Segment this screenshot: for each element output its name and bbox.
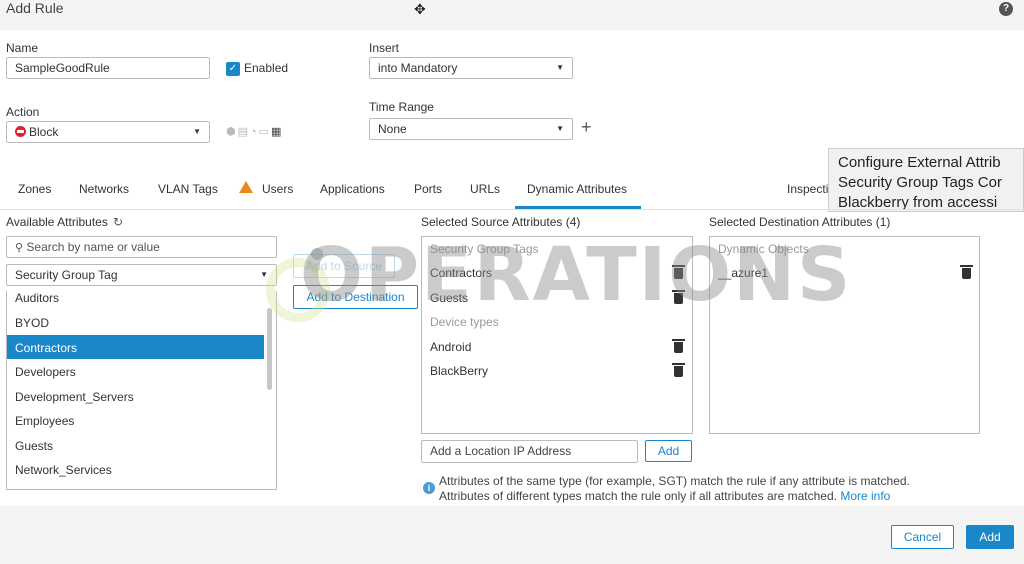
tooltip-line: Security Group Tags Cor	[838, 174, 1002, 191]
time-range-select-value: None	[378, 122, 407, 136]
enabled-checkbox[interactable]: ✓	[226, 62, 240, 76]
block-icon	[15, 126, 26, 137]
dialog-title: Add Rule	[6, 0, 64, 16]
chevron-down-icon: ▼	[193, 127, 201, 136]
search-input[interactable]: ⚲ Search by name or value	[6, 236, 277, 258]
dialog-title-bar	[0, 0, 1024, 30]
cancel-button[interactable]: Cancel	[891, 525, 954, 549]
selected-destination-title: Selected Destination Attributes (1)	[709, 215, 891, 229]
list-item[interactable]: Employees	[15, 414, 74, 428]
tab-applications[interactable]: Applications	[320, 182, 385, 196]
insert-select[interactable]: into Mandatory ▼	[369, 57, 573, 79]
add-button[interactable]: Add	[966, 525, 1014, 549]
available-attributes-title: Available Attributes	[6, 215, 108, 229]
location-ip-input[interactable]: Add a Location IP Address	[421, 440, 638, 463]
name-input[interactable]: SampleGoodRule	[6, 57, 210, 79]
time-range-select[interactable]: None ▼	[369, 118, 573, 140]
action-options-icons[interactable]: ⬢▤◔▭▦	[226, 125, 283, 138]
search-placeholder: Search by name or value	[26, 240, 160, 254]
time-range-label: Time Range	[369, 100, 434, 114]
insert-select-value: into Mandatory	[378, 61, 458, 75]
move-icon[interactable]: ✥	[414, 1, 426, 18]
tab-networks[interactable]: Networks	[79, 182, 129, 196]
action-label: Action	[6, 105, 40, 119]
selected-source-title: Selected Source Attributes (4)	[421, 215, 581, 229]
add-time-range-icon[interactable]: +	[581, 117, 592, 138]
info-line-2: Attributes of different types match the …	[439, 489, 890, 503]
list-item: BlackBerry	[430, 364, 489, 378]
attribute-type-value: Security Group Tag	[15, 268, 118, 282]
tab-zones[interactable]: Zones	[18, 182, 51, 196]
dialog-footer	[0, 506, 1024, 564]
tab-urls[interactable]: URLs	[470, 182, 500, 196]
list-item: Android	[430, 340, 472, 354]
help-icon[interactable]: ?	[999, 2, 1013, 16]
tooltip-line: Configure External Attrib	[838, 154, 1001, 171]
more-info-link[interactable]: More info	[840, 489, 890, 503]
list-item-selected[interactable]: Contractors	[15, 341, 77, 355]
watermark-text: OPERATIONS	[300, 232, 853, 318]
enabled-label: Enabled	[244, 61, 289, 75]
info-line: Attributes of different types match the …	[439, 489, 837, 503]
info-line: Attributes of the same type (for example…	[439, 474, 910, 488]
tab-ports[interactable]: Ports	[414, 182, 442, 196]
tab-dynamic-attributes[interactable]: Dynamic Attributes	[527, 182, 627, 196]
list-item[interactable]: Developers	[15, 365, 76, 379]
trash-icon[interactable]	[672, 339, 685, 353]
add-location-button[interactable]: Add	[645, 440, 692, 462]
list-scrollbar[interactable]	[267, 308, 272, 390]
tab-users[interactable]: Users	[262, 182, 293, 196]
insert-label: Insert	[369, 41, 400, 55]
info-icon: i	[423, 482, 435, 494]
action-select[interactable]: Block ▼	[6, 121, 210, 143]
attribute-type-select[interactable]: Security Group Tag ▼	[6, 264, 277, 286]
tab-inspection[interactable]: Inspecti	[787, 182, 828, 196]
tab-divider	[0, 209, 1024, 210]
warning-icon	[239, 181, 253, 193]
list-item[interactable]: Auditors	[15, 291, 59, 305]
active-tab-indicator	[515, 206, 641, 209]
list-item[interactable]: Guests	[15, 439, 53, 453]
list-item[interactable]: BYOD	[15, 316, 49, 330]
tooltip: Configure External Attrib Security Group…	[828, 148, 1024, 212]
list-item[interactable]: Development_Servers	[15, 390, 134, 404]
refresh-icon[interactable]: ↻	[113, 215, 123, 229]
tab-vlan-tags[interactable]: VLAN Tags	[158, 182, 218, 196]
chevron-down-icon: ▼	[556, 124, 564, 133]
trash-icon[interactable]	[672, 363, 685, 377]
list-item[interactable]: Network_Services	[15, 463, 112, 477]
search-icon: ⚲	[15, 242, 24, 254]
name-label: Name	[6, 41, 39, 55]
action-select-value: Block	[29, 125, 59, 139]
chevron-down-icon: ▼	[556, 63, 564, 72]
trash-icon[interactable]	[960, 265, 973, 279]
